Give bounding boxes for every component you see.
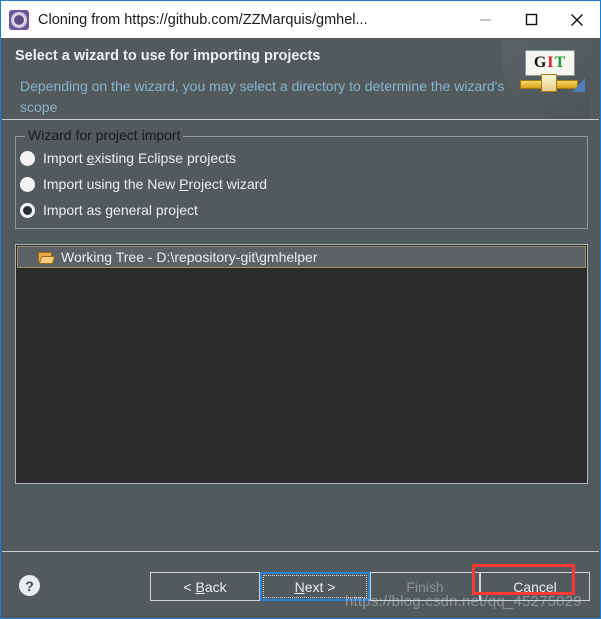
import-projects-wizard-dialog: Cloning from https://github.com/ZZMarqui… — [0, 0, 601, 619]
page-title: Select a wizard to use for importing pro… — [15, 48, 321, 64]
radio-label: Import as general project — [43, 202, 198, 218]
radio-indicator-selected[interactable] — [20, 202, 35, 218]
radio-label: Import using the New Project wizard — [43, 176, 268, 192]
radio-indicator[interactable] — [20, 176, 35, 192]
page-description: Depending on the wizard, you may select … — [20, 78, 505, 115]
git-repository-icon — [8, 9, 30, 31]
tree-item-label: Working Tree - D:\repository-git\gmhelpe… — [61, 249, 318, 265]
radio-indicator[interactable] — [20, 150, 35, 166]
radio-import-general-project[interactable]: Import as general project — [20, 199, 198, 221]
title-bar: Cloning from https://github.com/ZZMarqui… — [1, 1, 600, 38]
annotation-highlight-rect — [472, 564, 575, 595]
git-letter-t: T — [554, 54, 567, 71]
maximize-icon[interactable] — [508, 1, 554, 38]
wizard-body: Wizard for project import Import existin… — [2, 120, 599, 550]
close-icon[interactable] — [554, 1, 600, 38]
minimize-icon[interactable] — [462, 1, 508, 38]
radio-label: Import existing Eclipse projects — [43, 150, 236, 166]
list-item[interactable]: Working Tree - D:\repository-git\gmhelpe… — [17, 246, 586, 268]
help-icon[interactable]: ? — [19, 575, 40, 596]
window-title: Cloning from https://github.com/ZZMarqui… — [38, 11, 368, 28]
folder-open-icon — [38, 251, 56, 264]
window-controls — [462, 1, 600, 38]
git-banner-logo: GIT — [502, 40, 590, 118]
watermark-text: https://blog.csdn.net/qq_45275029 — [345, 593, 582, 610]
git-letter-i: I — [547, 54, 555, 71]
wizard-for-project-import-group: Wizard for project import Import existin… — [15, 127, 588, 229]
blue-triangle-icon — [572, 78, 585, 92]
radio-import-existing-eclipse-projects[interactable]: Import existing Eclipse projects — [20, 147, 236, 169]
back-button[interactable]: < Back — [150, 572, 260, 601]
group-legend: Wizard for project import — [25, 127, 184, 143]
git-letter-g: G — [533, 54, 548, 71]
project-tree-list[interactable]: Working Tree - D:\repository-git\gmhelpe… — [15, 244, 588, 484]
radio-import-new-project-wizard[interactable]: Import using the New Project wizard — [20, 173, 267, 195]
wizard-header: Select a wizard to use for importing pro… — [2, 38, 599, 119]
git-wordmark: GIT — [525, 50, 575, 76]
signpost-node-icon — [541, 74, 557, 92]
